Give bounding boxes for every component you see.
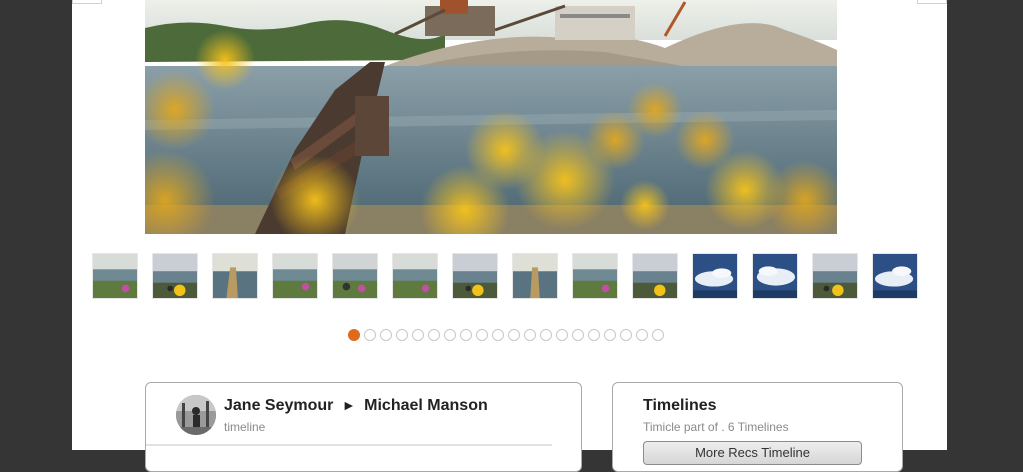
thumbnail-14[interactable] [872,253,918,299]
pager-dot-5[interactable] [412,329,424,341]
post-title: Jane Seymour ► Michael Manson [224,397,488,415]
thumbnail-4[interactable] [272,253,318,299]
main-photo[interactable] [145,0,837,234]
post-author-link[interactable]: Jane Seymour [224,397,333,414]
pager-dot-9[interactable] [476,329,488,341]
thumbnail-12[interactable] [752,253,798,299]
avatar[interactable] [176,395,216,435]
pager-dot-4[interactable] [396,329,408,341]
content-page: Jane Seymour ► Michael Manson timeline T… [72,0,947,472]
pager-dot-1[interactable] [348,329,360,341]
pager-dot-3[interactable] [380,329,392,341]
pager-dot-16[interactable] [588,329,600,341]
thumbnail-11[interactable] [692,253,738,299]
next-arrow-button[interactable] [917,0,947,4]
pager-dot-17[interactable] [604,329,616,341]
post-card: Jane Seymour ► Michael Manson timeline [145,382,582,472]
pager-dot-19[interactable] [636,329,648,341]
pager-dot-15[interactable] [572,329,584,341]
thumbnail-strip [92,253,938,299]
pager-dot-14[interactable] [556,329,568,341]
pager-dot-6[interactable] [428,329,440,341]
post-recipient-link[interactable]: Michael Manson [364,397,488,414]
pager-dot-7[interactable] [444,329,456,341]
pager-dot-20[interactable] [652,329,664,341]
thumbnail-6[interactable] [392,253,438,299]
timelines-subtitle: Timicle part of . 6 Timelines [643,420,789,434]
thumbnail-2[interactable] [152,253,198,299]
divider [146,444,552,446]
thumbnail-7[interactable] [452,253,498,299]
thumbnail-9[interactable] [572,253,618,299]
pager-dot-8[interactable] [460,329,472,341]
thumbnail-8[interactable] [512,253,558,299]
timelines-title: Timelines [643,397,717,414]
post-subtitle: timeline [224,420,266,434]
pager-dot-11[interactable] [508,329,520,341]
thumbnail-5[interactable] [332,253,378,299]
thumbnail-1[interactable] [92,253,138,299]
timelines-card: Timelines Timicle part of . 6 Timelines … [612,382,903,472]
prev-arrow-button[interactable] [72,0,102,4]
thumbnail-10[interactable] [632,253,678,299]
thumbnail-3[interactable] [212,253,258,299]
pager-dot-2[interactable] [364,329,376,341]
more-timelines-button[interactable]: More Recs Timeline [643,441,862,465]
pager-dot-18[interactable] [620,329,632,341]
arrow-right-icon: ► [341,397,356,413]
pager-dot-13[interactable] [540,329,552,341]
thumbnail-13[interactable] [812,253,858,299]
pager-dot-10[interactable] [492,329,504,341]
pager-dot-12[interactable] [524,329,536,341]
